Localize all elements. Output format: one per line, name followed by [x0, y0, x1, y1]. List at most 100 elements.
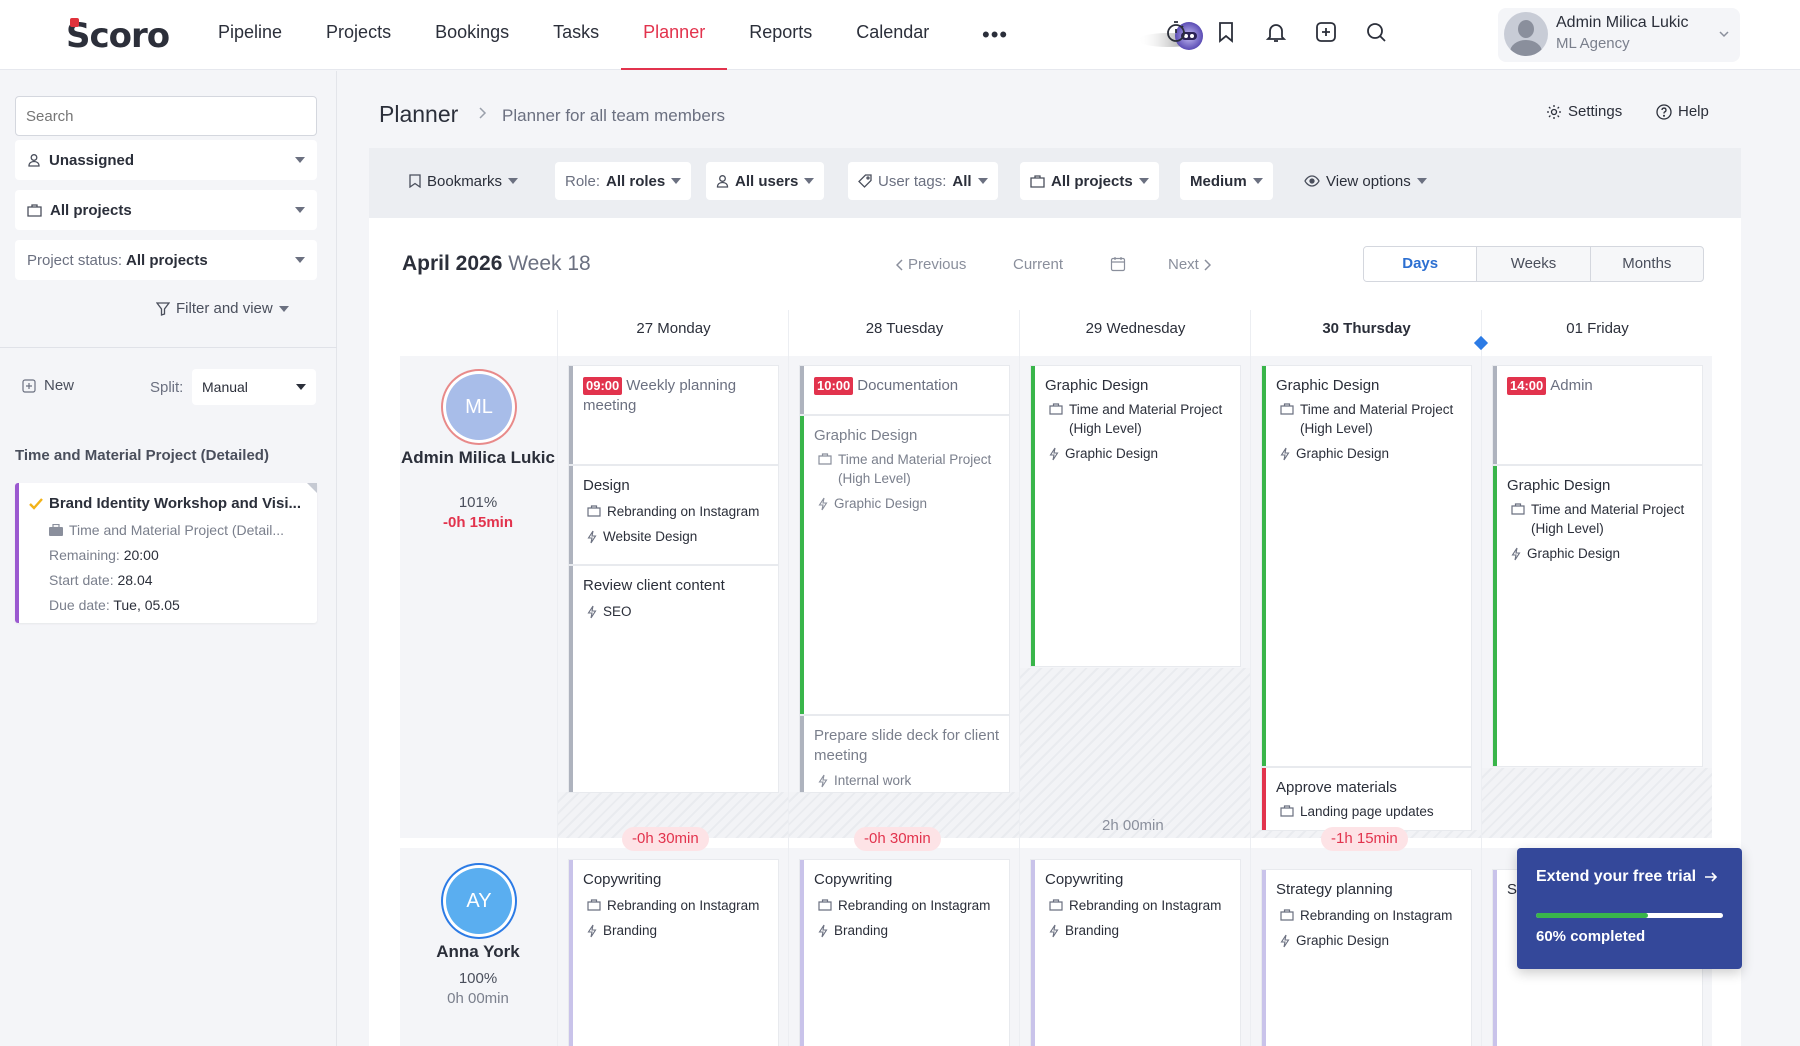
check-icon — [29, 497, 43, 510]
event-task: Branding — [587, 921, 772, 940]
lightning-icon — [1049, 924, 1059, 938]
new-button[interactable]: New — [22, 377, 74, 394]
user-menu[interactable]: Admin Milica Lukic ML Agency — [1498, 8, 1740, 62]
stopwatch-icon[interactable] — [1160, 16, 1192, 48]
utilization: 100% — [458, 970, 498, 987]
trial-title: Extend your free trial — [1536, 868, 1718, 886]
unassigned-task-card[interactable]: Brand Identity Workshop and Visi... Time… — [15, 483, 317, 623]
task-project: Time and Material Project (Detail... — [49, 522, 284, 538]
event-card[interactable]: Strategy planning Rebranding on Instagra… — [1262, 870, 1471, 1046]
view-mode-switch: Days Weeks Months — [1363, 246, 1704, 282]
bookmark-icon[interactable] — [1210, 16, 1242, 48]
avatar[interactable]: ML — [446, 374, 512, 440]
nav-reports[interactable]: Reports — [727, 0, 834, 70]
event-card[interactable]: Graphic Design Time and Material Project… — [800, 416, 1009, 714]
event-project: Landing page updates — [1280, 802, 1465, 821]
free-trial-widget[interactable]: Extend your free trial 60% completed — [1517, 848, 1742, 969]
role-filter[interactable]: Role: All roles — [555, 162, 692, 200]
search-input[interactable] — [15, 96, 317, 136]
event-project: Time and Material Project (High Level) — [1511, 500, 1696, 538]
bell-icon[interactable] — [1260, 16, 1292, 48]
scoro-logo[interactable]: Scoro — [66, 16, 170, 56]
plus-square-icon[interactable] — [1310, 16, 1342, 48]
projects-filter[interactable]: All projects — [1020, 162, 1159, 200]
breadcrumb-chevron-icon — [477, 106, 487, 120]
briefcase-icon — [49, 524, 63, 536]
split-label: Split: — [150, 379, 184, 396]
event-card[interactable]: Copywriting Rebranding on Instagram Bran… — [800, 860, 1009, 1046]
nav-planner[interactable]: Planner — [621, 0, 728, 70]
event-title: 14:00 Admin — [1507, 376, 1694, 396]
event-card[interactable]: Copywriting Rebranding on Instagram Bran… — [569, 860, 778, 1046]
nav-pipeline[interactable]: Pipeline — [196, 0, 304, 70]
folder-icon — [587, 899, 601, 911]
event-task: Graphic Design — [818, 494, 1003, 513]
event-title: Prepare slide deck for client meeting — [814, 727, 1000, 764]
event-card[interactable]: 14:00 Admin — [1493, 366, 1702, 464]
event-title: Graphic Design — [1507, 477, 1611, 494]
section-title: Time and Material Project (Detailed) — [15, 447, 269, 464]
split-select[interactable]: Manual — [192, 369, 316, 405]
user-org: ML Agency — [1556, 35, 1630, 52]
event-card[interactable]: Approve materials Landing page updates — [1262, 768, 1471, 830]
event-card[interactable]: 10:00 Documentation — [800, 366, 1009, 414]
lightning-icon — [1049, 447, 1059, 461]
lightning-icon — [587, 924, 597, 938]
event-card[interactable]: Graphic Design Time and Material Project… — [1493, 466, 1702, 766]
event-card[interactable]: Design Rebranding on Instagram Website D… — [569, 466, 778, 564]
filter-and-view-button[interactable]: Filter and view — [156, 300, 289, 317]
event-card[interactable]: 09:00 Weekly planning meeting — [569, 366, 778, 464]
next-button[interactable]: Next — [1168, 256, 1211, 273]
unassigned-select[interactable]: Unassigned — [15, 140, 317, 180]
event-card[interactable]: Prepare slide deck for client meeting In… — [800, 716, 1009, 792]
person-name[interactable]: Anna York — [398, 942, 558, 962]
nav-tasks[interactable]: Tasks — [531, 0, 621, 70]
projects-select[interactable]: All projects — [15, 190, 317, 230]
event-card[interactable]: Copywriting Rebranding on Instagram Bran… — [1031, 860, 1240, 1046]
mode-months[interactable]: Months — [1589, 247, 1703, 281]
nav-projects[interactable]: Projects — [304, 0, 413, 70]
column-separator — [1019, 310, 1020, 1046]
users-filter[interactable]: All users — [706, 162, 825, 200]
event-task: Graphic Design — [1280, 444, 1465, 463]
previous-button[interactable]: Previous — [896, 256, 966, 273]
user-tags-filter[interactable]: User tags: All — [848, 162, 998, 200]
event-card[interactable]: Graphic Design Time and Material Project… — [1262, 366, 1471, 766]
column-separator — [557, 310, 558, 1046]
person-name[interactable]: Admin Milica Lukic — [398, 448, 558, 468]
size-filter[interactable]: Medium — [1180, 162, 1273, 200]
search-icon[interactable] — [1360, 16, 1392, 48]
caret-down-icon — [1252, 178, 1263, 184]
column-separator — [1250, 310, 1251, 1046]
mode-weeks[interactable]: Weeks — [1476, 247, 1589, 281]
caret-down-icon — [1416, 178, 1427, 184]
week-title: April 2026 Week 18 — [402, 252, 591, 275]
project-status-select[interactable]: Project status: All projects — [15, 240, 317, 280]
event-card[interactable]: Review client content SEO — [569, 566, 778, 792]
nav-bookings[interactable]: Bookings — [413, 0, 531, 70]
current-button[interactable]: Current — [1013, 256, 1063, 273]
lightning-icon — [818, 924, 828, 938]
event-task: Graphic Design — [1280, 931, 1465, 950]
calendar-picker-icon[interactable] — [1110, 256, 1126, 272]
event-project: Time and Material Project (High Level) — [1280, 400, 1465, 438]
divider — [0, 347, 337, 348]
task-title: Brand Identity Workshop and Visi... — [29, 495, 311, 512]
bookmarks-filter[interactable]: Bookmarks — [399, 162, 528, 200]
day-header: 29 Wednesday — [1085, 320, 1186, 337]
view-options-button[interactable]: View options — [1294, 162, 1437, 200]
settings-button[interactable]: Settings — [1546, 103, 1622, 120]
nav-more-button[interactable]: ••• — [982, 22, 1008, 48]
mode-days[interactable]: Days — [1364, 247, 1477, 281]
nav-calendar[interactable]: Calendar — [834, 0, 951, 70]
user-name: Admin Milica Lukic — [1556, 14, 1689, 31]
help-button[interactable]: Help — [1656, 103, 1709, 120]
user-icon — [27, 153, 41, 167]
free-capacity: 2h 00min — [1102, 817, 1164, 834]
bookmark-icon — [409, 174, 421, 188]
event-card[interactable]: Graphic Design Time and Material Project… — [1031, 366, 1240, 666]
event-title: Graphic Design — [1276, 377, 1380, 394]
event-project: Time and Material Project (High Level) — [1049, 400, 1234, 438]
folder-icon — [1280, 403, 1294, 415]
avatar[interactable]: AY — [446, 868, 512, 934]
